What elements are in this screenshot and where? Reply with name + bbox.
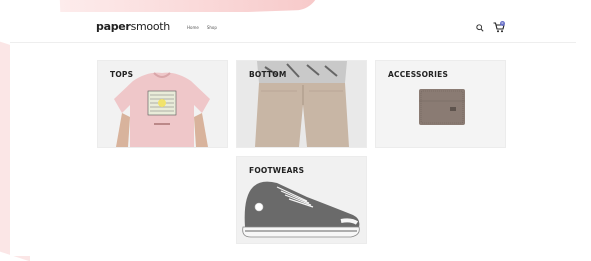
category-tile-tops[interactable]: TOPS bbox=[97, 60, 228, 148]
logo-light: smooth bbox=[130, 20, 171, 33]
category-label-footwears: FOOTWEARS bbox=[249, 166, 305, 175]
site-logo[interactable]: papersmooth bbox=[96, 20, 170, 33]
navbar: papersmooth Home Shop 0 bbox=[10, 12, 576, 43]
category-label-accessories: ACCESSORIES bbox=[388, 70, 449, 79]
category-tile-accessories[interactable]: ACCESSORIES bbox=[375, 60, 506, 148]
category-label-bottom: BOTTOM bbox=[249, 70, 287, 79]
main-nav: Home Shop bbox=[187, 25, 217, 30]
category-tile-footwears[interactable]: FOOTWEARS bbox=[236, 156, 367, 244]
page: papersmooth Home Shop 0 TOPS BOTTOM ACCE… bbox=[10, 12, 576, 256]
search-icon[interactable] bbox=[476, 24, 484, 32]
nav-link-shop[interactable]: Shop bbox=[207, 25, 217, 30]
category-label-tops: TOPS bbox=[110, 70, 134, 79]
logo-bold: paper bbox=[96, 20, 131, 33]
category-tile-bottom[interactable]: BOTTOM bbox=[236, 60, 367, 148]
cart-count-badge: 0 bbox=[500, 21, 505, 26]
nav-link-home[interactable]: Home bbox=[187, 25, 199, 30]
